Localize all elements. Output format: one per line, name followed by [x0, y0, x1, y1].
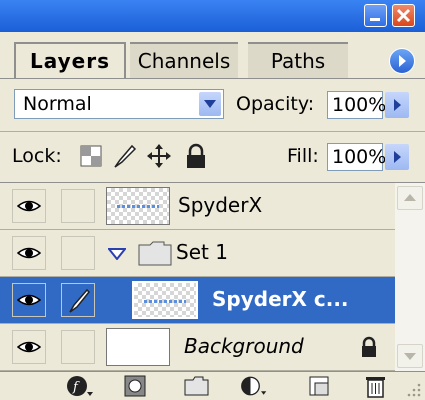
visibility-toggle[interactable]: [12, 189, 46, 223]
tab-paths[interactable]: Paths: [248, 42, 348, 78]
palette-tabs: Layers Channels Paths: [0, 32, 425, 79]
eye-icon: [17, 200, 41, 212]
layer-row-spyderx[interactable]: SpyderX: [0, 183, 395, 230]
layers-list: SpyderX Set 1 SpyderX c... Background: [0, 183, 425, 371]
opacity-slider-arrow-icon[interactable]: [385, 92, 409, 118]
blend-row: Normal Opacity: 100%: [0, 79, 425, 132]
add-mask-icon[interactable]: [122, 374, 150, 398]
new-adjustment-icon[interactable]: [240, 374, 268, 398]
layer-name: Set 1: [176, 240, 228, 264]
layer-name: Background: [184, 334, 304, 358]
new-layer-icon[interactable]: [306, 374, 334, 398]
visibility-toggle[interactable]: [12, 283, 46, 317]
fill-label: Fill:: [287, 145, 319, 167]
layer-thumbnail: [106, 328, 170, 366]
panel-menu-icon[interactable]: [389, 48, 415, 74]
brush-icon: [69, 288, 91, 313]
trash-icon[interactable]: [362, 374, 390, 398]
visibility-toggle[interactable]: [12, 330, 46, 364]
layer-row-background[interactable]: Background: [0, 324, 395, 371]
lock-label: Lock:: [12, 145, 62, 167]
tab-channels[interactable]: Channels: [130, 42, 238, 78]
layers-scrollbar[interactable]: [395, 183, 425, 371]
fill-slider-arrow-icon[interactable]: [385, 144, 409, 170]
folder-icon: [138, 241, 172, 266]
scroll-down-icon[interactable]: [397, 344, 423, 368]
close-icon[interactable]: [392, 4, 415, 27]
link-cell[interactable]: [61, 236, 95, 270]
layer-row-spyderx-copy[interactable]: SpyderX c...: [0, 277, 395, 324]
layers-bottom-toolbar: f: [0, 371, 425, 400]
layer-name: SpyderX c...: [212, 287, 349, 311]
new-set-icon[interactable]: [183, 374, 211, 398]
eye-icon: [17, 341, 41, 353]
layer-row-set-1[interactable]: Set 1: [0, 230, 395, 277]
chevron-down-icon[interactable]: [199, 92, 221, 116]
tab-layers[interactable]: Layers: [14, 42, 126, 78]
lock-transparency-icon[interactable]: [80, 145, 102, 167]
layer-style-icon[interactable]: f: [66, 374, 94, 398]
resize-grip-icon[interactable]: [404, 380, 422, 398]
layers-palette: Layers Channels Paths Normal Opacity: 10…: [0, 0, 425, 400]
opacity-field[interactable]: 100%: [327, 91, 386, 119]
eye-icon: [17, 294, 41, 306]
lock-all-icon[interactable]: [185, 143, 207, 169]
lock-icon: [362, 336, 376, 357]
blend-mode-select[interactable]: Normal: [14, 89, 224, 119]
opacity-label: Opacity:: [236, 93, 315, 115]
link-cell[interactable]: [61, 330, 95, 364]
visibility-toggle[interactable]: [12, 236, 46, 270]
scroll-up-icon[interactable]: [397, 186, 423, 210]
layer-thumbnail: [132, 281, 198, 319]
minimize-icon[interactable]: [364, 4, 387, 27]
link-cell[interactable]: [61, 189, 95, 223]
blend-mode-value: Normal: [23, 93, 92, 115]
palette-title-bar[interactable]: [0, 0, 425, 32]
lock-position-icon[interactable]: [146, 143, 172, 169]
layer-name: SpyderX: [178, 193, 263, 217]
lock-image-icon[interactable]: [112, 143, 138, 169]
fill-field[interactable]: 100%: [327, 143, 386, 171]
layer-thumbnail: [106, 187, 170, 225]
eye-icon: [17, 247, 41, 259]
lock-row: Lock: Fill: 100%: [0, 132, 425, 183]
expand-triangle-icon[interactable]: [108, 248, 126, 260]
brush-cell[interactable]: [61, 283, 95, 317]
